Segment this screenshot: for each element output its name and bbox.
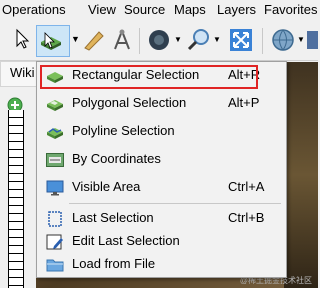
menu-item-label: By Coordinates: [72, 151, 161, 166]
toolbar: ▼ ▼ ▼ ▼: [0, 20, 318, 61]
map-edge: [284, 62, 318, 288]
menu-item-load-from-file[interactable]: Load from File: [38, 251, 285, 279]
coordinates-icon: [46, 153, 64, 167]
zoom-slider[interactable]: [8, 110, 24, 288]
last-selection-icon: [48, 211, 62, 227]
menu-favorites[interactable]: Favorites: [264, 2, 317, 17]
highlight-box: [40, 65, 258, 89]
folder-icon: [46, 259, 64, 272]
ruler-icon[interactable]: [82, 28, 104, 52]
zoom-icon[interactable]: [186, 27, 212, 53]
menu-layers[interactable]: Layers: [217, 2, 256, 17]
menu-item-label: Load from File: [72, 256, 156, 271]
selection-dropdown-menu: Rectangular Selection Alt+R Polygonal Se…: [36, 61, 287, 278]
globe-icon[interactable]: [146, 27, 172, 53]
network-dropdown-icon[interactable]: ▼: [297, 35, 305, 44]
polygon-selection-icon: [47, 100, 63, 111]
menu-item-visible-area[interactable]: Visible Area Ctrl+A: [38, 174, 285, 202]
menu-item-shortcut: Ctrl+A: [228, 179, 265, 194]
globe-network-icon[interactable]: [270, 27, 296, 53]
menu-item-polyline-selection[interactable]: Polyline Selection: [38, 118, 285, 146]
edit-selection-icon: [46, 234, 63, 250]
toolbar-divider: [262, 28, 263, 54]
zoom-dropdown-icon[interactable]: ▼: [213, 35, 221, 44]
menu-view[interactable]: View: [88, 2, 116, 17]
menu-item-rectangular-selection[interactable]: Rectangular Selection Alt+R: [38, 62, 285, 90]
menu-bar: Operations View Source Maps Layers Favor…: [0, 0, 318, 20]
toolbar-overflow-icon[interactable]: [306, 29, 318, 51]
menu-item-label: Last Selection: [72, 210, 154, 225]
wiki-tab[interactable]: Wiki: [0, 61, 40, 87]
globe-dropdown-icon[interactable]: ▼: [174, 35, 182, 44]
menu-maps[interactable]: Maps: [174, 2, 206, 17]
menu-item-polygonal-selection[interactable]: Polygonal Selection Alt+P: [38, 90, 285, 118]
menu-item-label: Visible Area: [72, 179, 141, 194]
menu-operations[interactable]: Operations: [2, 2, 66, 17]
compass-icon[interactable]: [110, 28, 134, 52]
polyline-selection-icon: [47, 128, 63, 139]
menu-item-shortcut: Alt+P: [228, 95, 260, 110]
menu-item-by-coordinates[interactable]: By Coordinates: [38, 146, 285, 174]
menu-item-shortcut: Ctrl+B: [228, 210, 265, 225]
menu-item-label: Polyline Selection: [72, 123, 175, 138]
selection-tool-icon: [41, 32, 61, 50]
toolbar-divider: [139, 28, 140, 54]
menu-separator: [69, 203, 281, 204]
fullscreen-icon[interactable]: [229, 28, 253, 52]
menu-source[interactable]: Source: [124, 2, 165, 17]
cursor-arrow-icon[interactable]: [14, 28, 30, 50]
menu-item-label: Edit Last Selection: [72, 233, 180, 248]
chevron-down-icon[interactable]: ▼: [71, 34, 80, 44]
monitor-icon: [46, 180, 64, 196]
menu-item-label: Polygonal Selection: [72, 95, 187, 110]
